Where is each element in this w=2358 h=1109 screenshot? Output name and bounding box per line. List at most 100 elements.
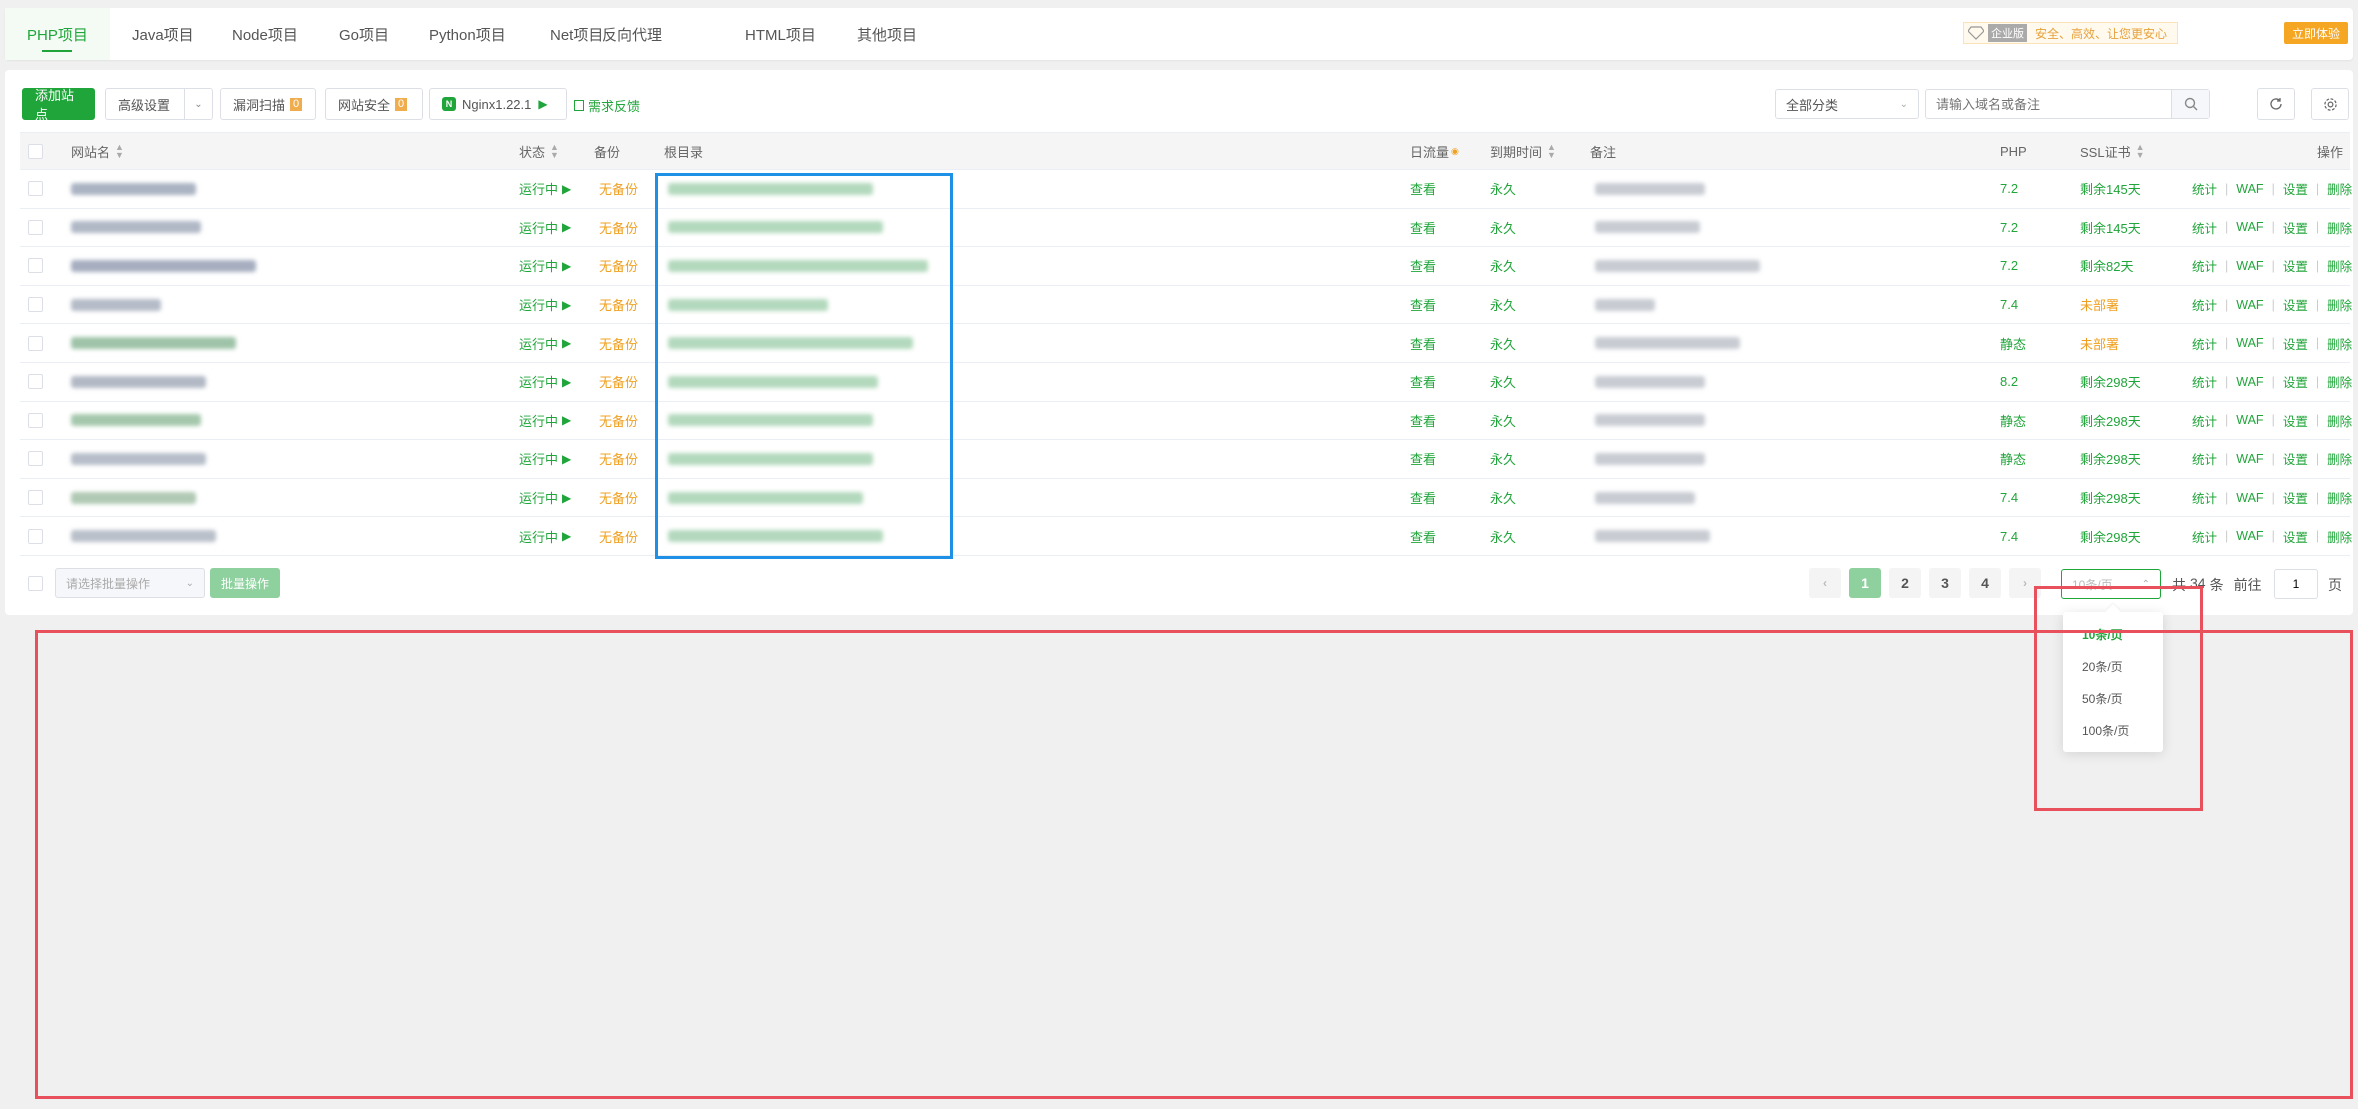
site-name[interactable] [71,170,196,208]
row-checkbox[interactable] [28,528,43,544]
row-checkbox[interactable] [28,374,43,390]
chevron-down-icon[interactable]: ⌄ [184,89,212,119]
col-ssl[interactable]: SSL证书 ▲ ▼ [2080,133,2145,169]
php-version-link[interactable]: 静态 [2000,324,2026,362]
note-field[interactable] [1595,517,1710,555]
backup-link[interactable]: 无备份 [599,440,638,478]
site-name[interactable] [71,440,206,478]
stats-link[interactable]: 统计 [2192,488,2217,507]
traffic-link[interactable]: 查看 [1410,170,1436,208]
help-icon[interactable]: ◉ [1451,146,1459,157]
php-version-link[interactable]: 静态 [2000,440,2026,478]
try-now-button[interactable]: 立即体验 [2283,22,2348,44]
advanced-settings-button[interactable]: 高级设置 ⌄ [105,88,213,120]
stats-link[interactable]: 统计 [2192,256,2217,275]
note-field[interactable] [1595,479,1695,517]
ssl-status-link[interactable]: 剩余82天 [2080,247,2133,285]
batch-action-button[interactable]: 批量操作 [210,568,281,598]
ssl-status-link[interactable]: 剩余298天 [2080,479,2141,517]
backup-link[interactable]: 无备份 [599,170,638,208]
traffic-link[interactable]: 查看 [1410,209,1436,247]
traffic-link[interactable]: 查看 [1410,517,1436,555]
site-name[interactable] [71,286,161,324]
traffic-link[interactable]: 查看 [1410,440,1436,478]
stats-link[interactable]: 统计 [2192,372,2217,391]
settings-link[interactable]: 设置 [2283,411,2308,430]
delete-link[interactable]: 删除 [2327,411,2352,430]
site-name[interactable] [71,324,236,362]
page-button-4[interactable]: 4 [1969,568,2001,598]
status-toggle[interactable]: 运行中 ▶ [519,324,571,362]
prev-page-button[interactable]: ‹ [1809,568,1841,598]
ssl-status-link[interactable]: 未部署 [2080,324,2119,362]
page-button-1[interactable]: 1 [1849,568,1881,598]
row-checkbox[interactable] [28,335,43,351]
delete-link[interactable]: 删除 [2327,488,2352,507]
ssl-status-link[interactable]: 剩余298天 [2080,440,2141,478]
settings-link[interactable]: 设置 [2283,488,2308,507]
stats-link[interactable]: 统计 [2192,218,2217,237]
tab-0[interactable]: PHP项目 [5,8,110,60]
note-field[interactable] [1595,363,1705,401]
php-version-link[interactable]: 静态 [2000,402,2026,440]
settings-link[interactable]: 设置 [2283,527,2308,546]
settings-link[interactable]: 设置 [2283,334,2308,353]
waf-link[interactable]: WAF [2236,259,2263,273]
stats-link[interactable]: 统计 [2192,411,2217,430]
traffic-link[interactable]: 查看 [1410,286,1436,324]
status-toggle[interactable]: 运行中 ▶ [519,479,571,517]
tab-8[interactable]: 其他项目 [835,8,939,60]
backup-link[interactable]: 无备份 [599,402,638,440]
expire-link[interactable]: 永久 [1490,517,1516,555]
php-version-link[interactable]: 7.2 [2000,247,2018,285]
tab-4[interactable]: Python项目 [407,8,528,60]
vuln-scan-button[interactable]: 漏洞扫描 0 [220,88,316,120]
add-site-button[interactable]: 添加站点 [22,88,95,122]
table-settings-button[interactable] [2311,88,2349,120]
waf-link[interactable]: WAF [2236,413,2263,427]
page-button-2[interactable]: 2 [1889,568,1921,598]
delete-link[interactable]: 删除 [2327,372,2352,391]
ssl-status-link[interactable]: 剩余298天 [2080,363,2141,401]
tab-1[interactable]: Java项目 [110,8,216,60]
expire-link[interactable]: 永久 [1490,324,1516,362]
status-toggle[interactable]: 运行中 ▶ [519,209,571,247]
row-checkbox[interactable] [28,219,43,235]
ssl-status-link[interactable]: 剩余298天 [2080,517,2141,555]
search-input[interactable] [1926,90,2166,118]
traffic-link[interactable]: 查看 [1410,247,1436,285]
delete-link[interactable]: 删除 [2327,449,2352,468]
backup-link[interactable]: 无备份 [599,209,638,247]
php-version-link[interactable]: 7.4 [2000,479,2018,517]
site-name[interactable] [71,479,196,517]
php-version-link[interactable]: 7.4 [2000,517,2018,555]
traffic-link[interactable]: 查看 [1410,402,1436,440]
expire-link[interactable]: 永久 [1490,286,1516,324]
tab-3[interactable]: Go项目 [317,8,411,60]
ssl-status-link[interactable]: 剩余145天 [2080,170,2141,208]
enterprise-banner[interactable]: 企业版 安全、高效、让您更安心 [1962,22,2178,44]
php-version-link[interactable]: 7.2 [2000,170,2018,208]
col-expire[interactable]: 到期时间 ▲ ▼ [1490,133,1556,169]
ssl-status-link[interactable]: 剩余145天 [2080,209,2141,247]
waf-link[interactable]: WAF [2236,298,2263,312]
stats-link[interactable]: 统计 [2192,449,2217,468]
settings-link[interactable]: 设置 [2283,449,2308,468]
stats-link[interactable]: 统计 [2192,527,2217,546]
expire-link[interactable]: 永久 [1490,363,1516,401]
row-checkbox[interactable] [28,490,43,506]
row-checkbox[interactable] [28,258,43,274]
site-name[interactable] [71,402,201,440]
row-checkbox[interactable] [28,181,43,197]
status-toggle[interactable]: 运行中 ▶ [519,440,571,478]
backup-link[interactable]: 无备份 [599,363,638,401]
php-version-link[interactable]: 7.4 [2000,286,2018,324]
settings-link[interactable]: 设置 [2283,256,2308,275]
tab-7[interactable]: HTML项目 [723,8,838,60]
col-site-name[interactable]: 网站名 ▲ ▼ [71,133,124,169]
delete-link[interactable]: 删除 [2327,179,2352,198]
col-status[interactable]: 状态 ▲ ▼ [519,133,559,169]
status-toggle[interactable]: 运行中 ▶ [519,247,571,285]
site-name[interactable] [71,363,206,401]
ssl-status-link[interactable]: 剩余298天 [2080,402,2141,440]
